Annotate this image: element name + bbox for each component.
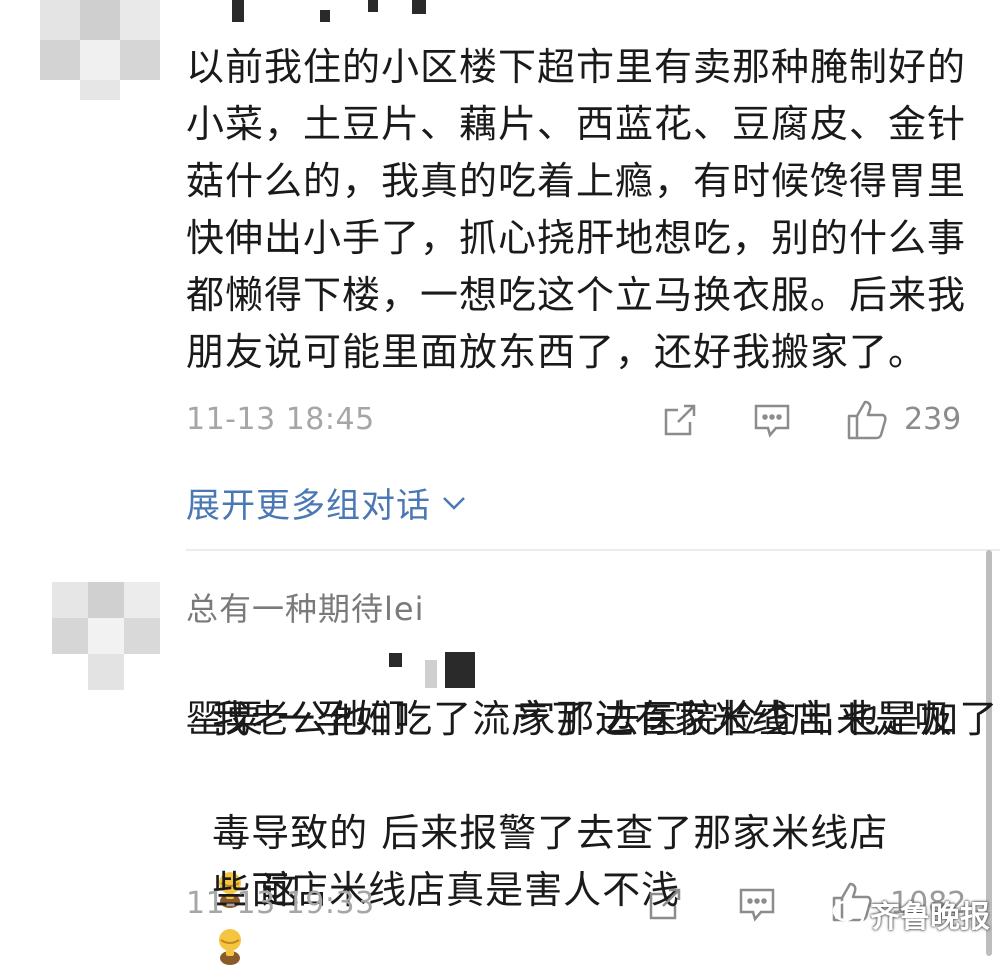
comment-username[interactable]: 总有一种期待lei (186, 584, 424, 630)
redacted-username (412, 0, 426, 14)
thumbs-up-icon[interactable] (845, 398, 889, 442)
expand-conversation-label[interactable]: 展开更多组对话 (186, 478, 431, 527)
comment-icon[interactable] (737, 886, 777, 924)
comment-text-line: 罂粟 一孕妇吃了流产了 去医院检查出来是吸 (186, 697, 954, 741)
comment-icon[interactable] (752, 402, 792, 440)
redacted-username (232, 0, 244, 22)
divider (186, 549, 1000, 551)
share-icon[interactable] (660, 400, 700, 440)
comment-timestamp: 11-13 19:33 (186, 886, 375, 921)
redacted-text (389, 653, 402, 667)
avatar[interactable] (40, 0, 160, 110)
wechat-icon (832, 900, 865, 926)
redacted-text (445, 652, 475, 688)
watermark-text: 齐鲁晚报 (870, 900, 990, 935)
watermark: 齐鲁晚报 (832, 892, 990, 936)
redacted-username (368, 0, 378, 12)
chevron-down-icon (443, 496, 465, 510)
redacted-text (425, 660, 437, 688)
share-icon[interactable] (645, 884, 685, 924)
like-count: 239 (904, 402, 962, 437)
redacted-username (320, 10, 330, 22)
comment-timestamp: 11-13 18:45 (186, 402, 375, 437)
expand-conversation-link[interactable]: 展开更多组对话 (186, 478, 467, 527)
facepalm-emoji (219, 929, 242, 965)
avatar[interactable] (52, 582, 172, 702)
comment-text: 以前我住的小区楼下超市里有卖那种腌制好的 小菜，土豆片、藕片、西蓝花、豆腐皮、金… (186, 49, 967, 377)
